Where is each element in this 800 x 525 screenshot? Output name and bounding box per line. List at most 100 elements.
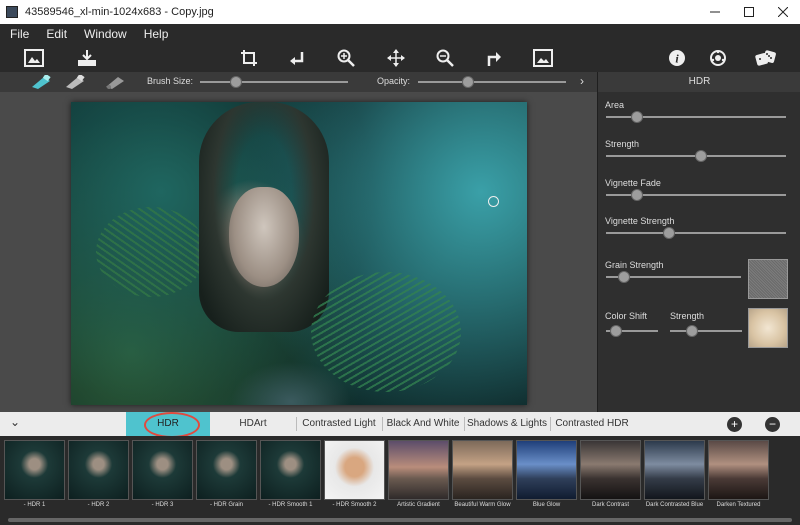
menu-help[interactable]: Help [144,27,169,41]
tab-contrasted-hdr[interactable]: Contrasted HDR [552,412,632,436]
brush-size-thumb[interactable] [229,76,242,88]
settings-icon [710,50,726,66]
close-button[interactable] [766,0,800,24]
panel-title: HDR [598,72,800,92]
brush-soft-icon[interactable] [104,75,126,89]
maximize-button[interactable] [732,0,766,24]
zoom-in-icon [337,49,355,67]
menu-file[interactable]: File [10,27,29,41]
preset-thumb-image [324,440,385,500]
app-window: 43589546_xl-min-1024x683 - Copy.jpg File… [0,0,800,525]
vignette-strength-slider[interactable] [606,232,786,234]
color-texture-swatch[interactable] [748,308,788,348]
vignette-fade-thumb[interactable] [630,189,643,201]
vignette-strength-label: Vignette Strength [605,216,675,226]
thumbnails-scrollbar[interactable] [8,518,792,522]
tab-black-and-white[interactable]: Black And White [384,412,462,436]
preset-thumb-caption: - HDR 2 [87,502,110,508]
grain-strength-thumb[interactable] [617,271,630,283]
preset-thumb-image [4,440,65,500]
tab-divider [464,417,465,431]
main-toolbar: i [0,44,800,72]
opacity-slider[interactable] [418,81,566,83]
canvas-area[interactable] [0,92,597,412]
tab-divider [382,417,383,431]
app-icon [6,6,18,18]
preset-thumb[interactable]: - HDR Smooth 1 [260,440,321,519]
preset-thumb[interactable]: Blue Glow [516,440,577,519]
preset-thumb-image [68,440,129,500]
color-shift-label: Color Shift [605,311,648,321]
preset-thumb-caption: - HDR 1 [23,502,46,508]
color-strength-slider[interactable] [670,330,742,332]
photo-subject-face [229,187,299,287]
settings-button[interactable] [707,47,729,69]
undo-button[interactable] [286,47,308,69]
strength-thumb[interactable] [695,150,708,162]
fit-image-button[interactable] [532,47,554,69]
add-preset-button[interactable]: + [727,417,742,432]
menu-edit[interactable]: Edit [46,27,67,41]
info-icon: i [669,50,685,66]
remove-preset-button[interactable]: − [765,417,780,432]
brush-erase-icon[interactable] [64,75,86,89]
save-button[interactable] [76,47,98,69]
zoom-in-button[interactable] [335,47,357,69]
brush-size-slider[interactable] [200,81,348,83]
crop-button[interactable] [238,47,260,69]
preset-thumb[interactable]: Dark Contrasted Blue [644,440,705,519]
grain-texture-swatch[interactable] [748,259,788,299]
preset-thumb[interactable]: - HDR 3 [132,440,193,519]
edited-photo[interactable] [71,102,527,405]
preset-thumb[interactable]: Darken Textured [708,440,769,519]
preset-thumb-caption: Artistic Gradient [397,502,440,508]
brush-size-label: Brush Size: [147,76,194,86]
title-bar: 43589546_xl-min-1024x683 - Copy.jpg [0,0,800,24]
preset-thumb-image [260,440,321,500]
preset-thumb-caption: - HDR Smooth 1 [268,502,313,508]
preset-thumbnails: - HDR 1 - HDR 2 - HDR 3 - HDR Grain - HD… [0,436,800,525]
maximize-icon [744,7,754,17]
window-title: 43589546_xl-min-1024x683 - Copy.jpg [25,6,214,18]
preset-thumb[interactable]: - HDR 1 [4,440,65,519]
minimize-button[interactable] [698,0,732,24]
preset-thumb-image [708,440,769,500]
move-icon [387,49,405,67]
preset-thumb[interactable]: - HDR 2 [68,440,129,519]
move-button[interactable] [385,47,407,69]
info-button[interactable]: i [666,47,688,69]
color-strength-thumb[interactable] [685,325,698,337]
preset-thumb[interactable]: Dark Contrast [580,440,641,519]
opacity-thumb[interactable] [462,76,475,88]
chevron-down-icon[interactable]: ⌄ [10,415,20,429]
save-icon [78,50,96,66]
close-icon [778,7,788,17]
undo-icon [290,52,304,65]
redo-button[interactable] [483,47,505,69]
preset-thumb[interactable]: - HDR Grain [196,440,257,519]
tab-hdart[interactable]: HDArt [215,412,291,436]
preset-thumb[interactable]: Beautiful Warm Glow [452,440,513,519]
brush-paint-icon[interactable] [30,75,52,89]
random-button[interactable] [755,47,777,69]
area-thumb[interactable] [630,111,643,123]
open-image-button[interactable] [23,47,45,69]
preset-thumb[interactable]: - HDR Smooth 2 [324,440,385,519]
preset-thumb[interactable]: Artistic Gradient [388,440,449,519]
preset-thumb-caption: Dark Contrast [591,502,629,508]
tab-divider [296,417,297,431]
preset-thumb-image [132,440,193,500]
area-label: Area [605,100,625,110]
vignette-strength-thumb[interactable] [663,227,675,239]
photo-fern-right [311,272,461,392]
plus-icon: + [730,417,738,431]
dice-icon [755,50,776,66]
preset-thumb-caption: - HDR Smooth 2 [332,502,377,508]
preset-thumb-image [452,440,513,500]
chevron-right-icon[interactable]: › [580,74,584,88]
tab-shadows-lights[interactable]: Shadows & Lights [466,412,548,436]
menu-window[interactable]: Window [84,27,127,41]
zoom-out-button[interactable] [434,47,456,69]
color-shift-thumb[interactable] [610,325,623,337]
tab-contrasted-light[interactable]: Contrasted Light [298,412,380,436]
